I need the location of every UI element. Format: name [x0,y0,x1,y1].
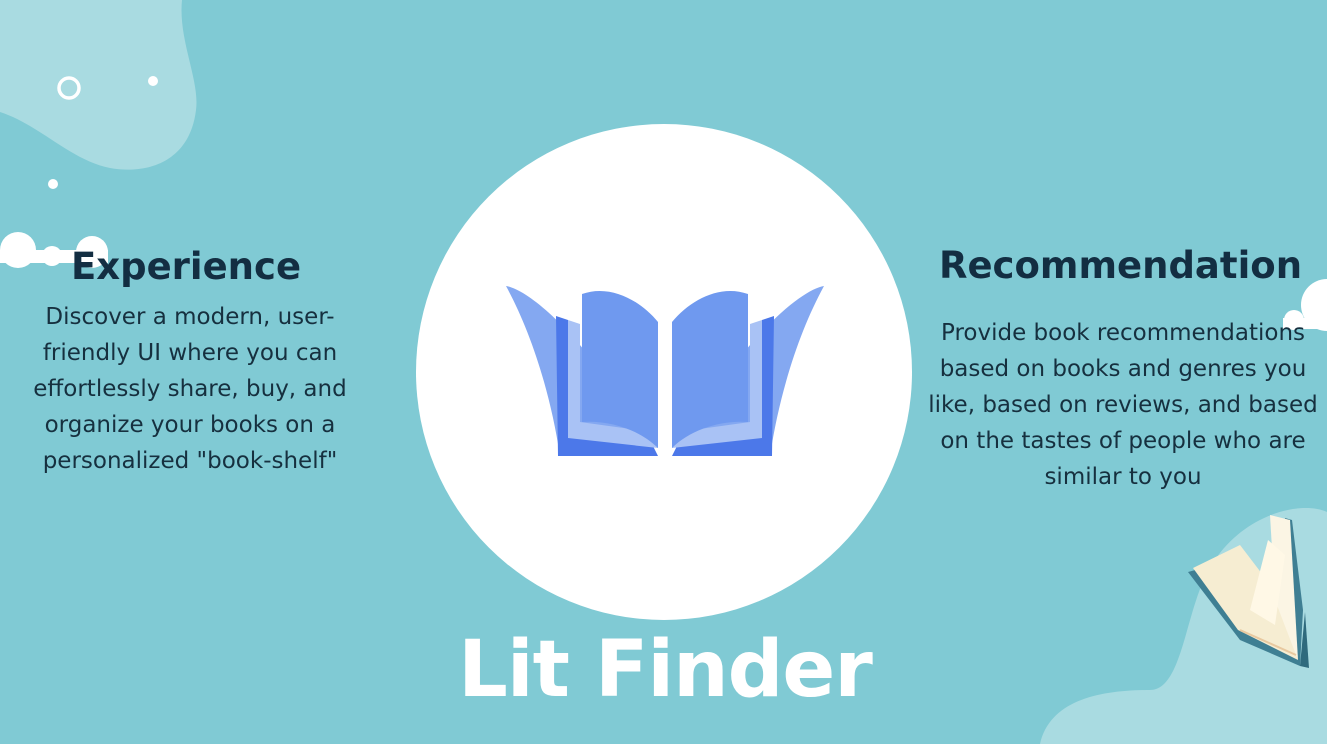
open-book-icon [506,286,824,456]
top-left-blob [0,0,197,170]
small-dot [148,76,158,86]
small-dot [48,179,58,189]
app-title: Lit Finder [458,625,873,715]
experience-description: Discover a modern, user-friendly UI wher… [33,304,347,474]
recommendation-heading: Recommendation [938,244,1303,287]
recommendation-description: Provide book recommendations based on bo… [928,320,1318,490]
experience-heading: Experience [70,245,302,288]
